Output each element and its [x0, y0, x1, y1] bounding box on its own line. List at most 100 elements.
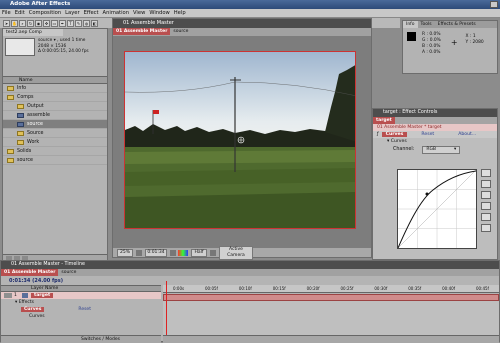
eraser-tool-icon[interactable]: ◧: [91, 19, 98, 27]
menu-window[interactable]: Window: [149, 10, 169, 16]
channel-row: Channel: RGB ▾: [373, 145, 497, 154]
composition-tabs: 01 Assemble Master source: [113, 28, 371, 36]
list-item[interactable]: Comps: [3, 93, 107, 102]
list-item[interactable]: Work: [3, 138, 107, 147]
composition-footer: 25% 0:01:34 Half Active Camera: [113, 245, 371, 260]
safe-zones-icon[interactable]: [136, 249, 142, 256]
close-window-button[interactable]: [490, 1, 498, 8]
a-label: A: [422, 50, 426, 55]
eye-icon[interactable]: [4, 293, 12, 298]
fx-icon[interactable]: ƒ: [377, 132, 379, 137]
curves-graph[interactable]: [397, 169, 477, 249]
project-tab[interactable]: test2.aep Comp: [3, 29, 63, 36]
timeline-reset-link[interactable]: Reset: [78, 307, 91, 312]
time-ruler[interactable]: 0:00s 00:05f 00:10f 00:15f 00:20f 00:25f…: [163, 285, 499, 293]
snapshot-icon[interactable]: [170, 249, 176, 256]
tab-info[interactable]: Info: [403, 21, 418, 28]
open-file-icon[interactable]: [481, 191, 491, 199]
about-link[interactable]: About...: [458, 132, 476, 137]
ruler-tick: 00:25f: [340, 286, 354, 291]
save-file-icon[interactable]: [481, 202, 491, 210]
ruler-tick: 00:20f: [306, 286, 320, 291]
region-of-interest-icon[interactable]: [210, 249, 216, 256]
composition-icon: [17, 121, 24, 127]
list-item[interactable]: Info: [3, 84, 107, 93]
tab-source[interactable]: source: [58, 269, 79, 276]
channel-rgb-icon[interactable]: [178, 249, 188, 256]
curves-property-row[interactable]: Curves: [1, 313, 161, 320]
timeline-timecode[interactable]: 0:01:34 (24.00 fps): [1, 276, 499, 285]
text-tool-icon[interactable]: T: [67, 19, 74, 27]
camera-dropdown[interactable]: Active Camera: [219, 245, 253, 260]
menu-edit[interactable]: Edit: [15, 10, 25, 16]
project-column-header[interactable]: Name: [3, 76, 107, 84]
tab-source[interactable]: source: [170, 28, 191, 35]
x-label: X: [465, 34, 469, 39]
selection-tool-icon[interactable]: ➤: [3, 19, 10, 27]
list-item[interactable]: Output: [3, 102, 107, 111]
pen-tool-icon[interactable]: ✒: [59, 19, 66, 27]
menu-file[interactable]: File: [2, 10, 11, 16]
tab-tools[interactable]: Tools: [418, 21, 435, 28]
zoom-tool-icon[interactable]: ⌕: [19, 19, 26, 27]
reset-curve-icon[interactable]: [481, 224, 491, 232]
app-title-bar: Adobe After Effects: [0, 0, 500, 9]
menu-effect[interactable]: Effect: [84, 10, 99, 16]
composition-viewer[interactable]: [124, 51, 356, 229]
smooth-icon[interactable]: [481, 213, 491, 221]
list-item-selected[interactable]: source: [3, 120, 107, 129]
menu-composition[interactable]: Composition: [29, 10, 61, 16]
tab-effects-presets[interactable]: Effects & Presets: [435, 21, 479, 28]
ruler-tick: 00:40f: [442, 286, 456, 291]
y-label: Y: [465, 40, 469, 45]
effects-group[interactable]: ▾ Effects: [1, 299, 161, 306]
menu-help[interactable]: Help: [174, 10, 186, 16]
pencil-tool-icon[interactable]: [481, 180, 491, 188]
tab-target[interactable]: target: [373, 117, 395, 124]
timeline-effect-name[interactable]: Curves: [21, 307, 45, 312]
list-item[interactable]: Source: [3, 129, 107, 138]
brush-tool-icon[interactable]: ✎: [75, 19, 82, 27]
tab-assemble-master[interactable]: 01 Assemble Master: [113, 28, 171, 35]
folder-icon: [17, 139, 24, 145]
ruler-tick: 00:15f: [272, 286, 286, 291]
ruler-tick: 00:05f: [205, 286, 218, 291]
zoom-dropdown[interactable]: 25%: [117, 248, 133, 257]
channel-label: Channel:: [393, 147, 415, 152]
b-label: B: [422, 44, 426, 49]
pan-behind-tool-icon[interactable]: ✥: [43, 19, 50, 27]
list-item[interactable]: Solids: [3, 147, 107, 156]
project-list: Info Comps Output assemble source Source…: [3, 84, 107, 165]
crosshair-icon: +: [450, 38, 458, 47]
clone-stamp-tool-icon[interactable]: ◍: [83, 19, 90, 27]
folder-icon: [7, 148, 14, 154]
layer-row[interactable]: 1 target: [1, 292, 161, 299]
menu-layer[interactable]: Layer: [65, 10, 79, 16]
layer-duration-bar[interactable]: [163, 294, 499, 301]
mask-tool-icon[interactable]: ▭: [51, 19, 58, 27]
menu-view[interactable]: View: [133, 10, 145, 16]
list-item[interactable]: source: [3, 156, 107, 165]
layer-name[interactable]: target: [31, 293, 54, 298]
menu-animation[interactable]: Animation: [103, 10, 129, 16]
channel-dropdown[interactable]: RGB ▾: [422, 145, 461, 154]
effect-row[interactable]: Curves Reset: [1, 306, 161, 313]
timeline-title: 01 Assemble Master - Timeline: [1, 261, 499, 269]
layer-type-icon: [22, 293, 28, 298]
tab-assemble-master[interactable]: 01 Assemble Master: [1, 269, 59, 276]
hand-tool-icon[interactable]: ✋: [11, 19, 18, 27]
current-time-indicator[interactable]: [166, 281, 167, 343]
layer-name-header[interactable]: Layer Name: [1, 285, 161, 292]
timecode-display[interactable]: 0:01:34: [145, 248, 167, 257]
rotate-tool-icon[interactable]: ↻: [27, 19, 34, 27]
effect-header-row: ƒ Curves Reset About...: [373, 131, 497, 138]
effect-name[interactable]: Curves: [381, 132, 408, 137]
layer-number: 1: [14, 293, 17, 298]
info-tabs: Info Tools Effects & Presets: [403, 21, 497, 28]
curve-point-tool-icon[interactable]: [481, 169, 491, 177]
reset-link[interactable]: Reset: [421, 132, 434, 137]
resolution-dropdown[interactable]: Half: [191, 248, 207, 257]
list-item[interactable]: assemble: [3, 111, 107, 120]
camera-tool-icon[interactable]: ◉: [35, 19, 42, 27]
track-area[interactable]: [163, 301, 499, 335]
